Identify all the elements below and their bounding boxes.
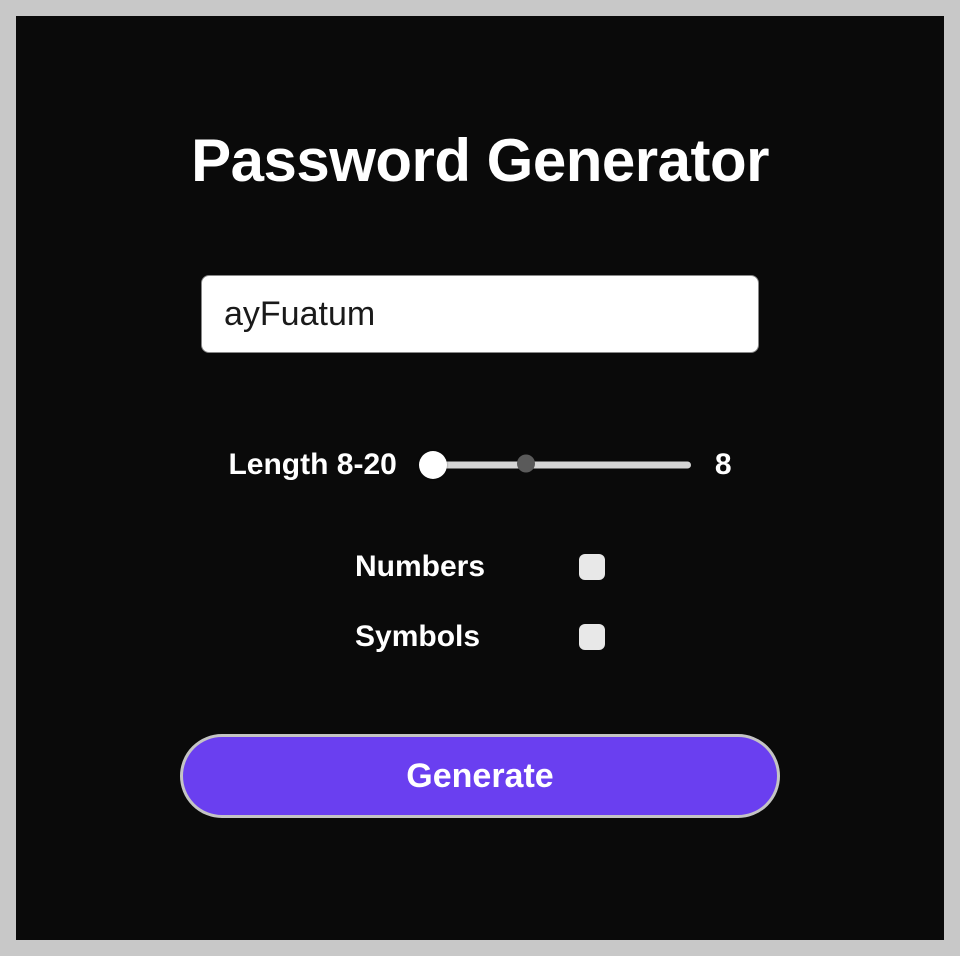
generate-button[interactable]: Generate: [180, 734, 780, 818]
password-value: ayFuatum: [224, 295, 375, 334]
length-label: Length 8-20: [228, 448, 396, 482]
length-row: Length 8-20 8: [200, 448, 760, 482]
symbols-checkbox[interactable]: [579, 624, 605, 650]
password-output[interactable]: ayFuatum: [201, 275, 759, 353]
slider-mid-dot: [517, 455, 535, 473]
numbers-label: Numbers: [355, 550, 485, 584]
length-slider[interactable]: [421, 450, 691, 480]
length-value: 8: [715, 448, 732, 482]
symbols-row: Symbols: [355, 620, 605, 654]
options-group: Numbers Symbols: [355, 550, 605, 690]
password-generator-card: Password Generator ayFuatum Length 8-20 …: [16, 16, 944, 940]
slider-thumb[interactable]: [419, 451, 447, 479]
numbers-checkbox[interactable]: [579, 554, 605, 580]
page-title: Password Generator: [191, 126, 769, 195]
slider-track: [421, 462, 691, 469]
numbers-row: Numbers: [355, 550, 605, 584]
symbols-label: Symbols: [355, 620, 480, 654]
